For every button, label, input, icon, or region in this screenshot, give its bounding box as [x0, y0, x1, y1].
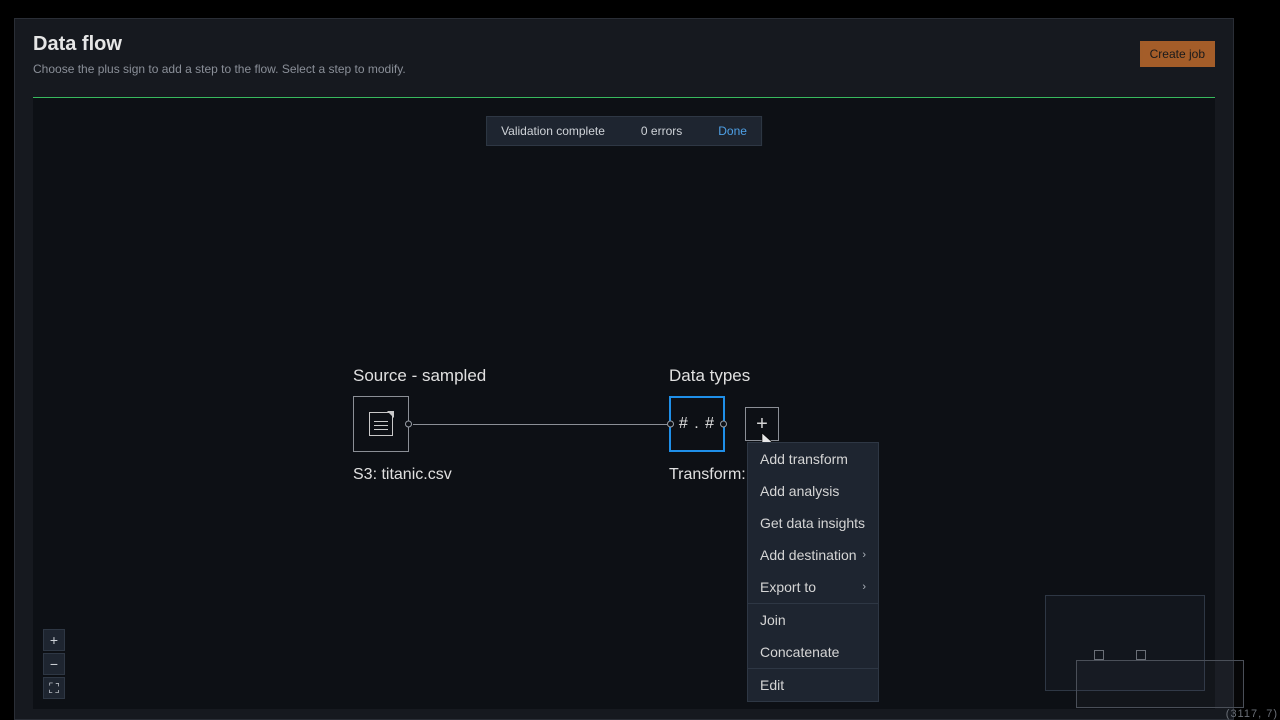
zoom-controls: + − ⛶: [43, 629, 65, 699]
types-node[interactable]: # . #: [669, 396, 725, 452]
zoom-out-button[interactable]: −: [43, 653, 65, 675]
coords-readout: (3117, 7): [1226, 708, 1278, 720]
minimap[interactable]: [1045, 595, 1205, 691]
page-subtitle: Choose the plus sign to add a step to th…: [33, 62, 1215, 76]
source-output-port[interactable]: [405, 421, 412, 428]
minimap-viewport[interactable]: [1076, 660, 1244, 708]
menu-export-to[interactable]: Export to ›: [748, 571, 878, 604]
header: Data flow Choose the plus sign to add a …: [15, 19, 1233, 84]
minimap-node: [1136, 650, 1146, 660]
menu-add-destination[interactable]: Add destination ›: [748, 539, 878, 571]
menu-concatenate[interactable]: Concatenate: [748, 636, 878, 669]
chevron-right-icon: ›: [862, 549, 866, 561]
types-output-port[interactable]: [720, 421, 727, 428]
menu-edit[interactable]: Edit: [748, 669, 878, 701]
page-title: Data flow: [33, 33, 1215, 56]
zoom-fit-button[interactable]: ⛶: [43, 677, 65, 699]
app-panel: Data flow Choose the plus sign to add a …: [14, 18, 1234, 720]
edge-source-to-types: [413, 424, 667, 425]
file-icon: [369, 412, 393, 436]
zoom-in-button[interactable]: +: [43, 629, 65, 651]
types-input-port[interactable]: [667, 421, 674, 428]
create-job-button[interactable]: Create job: [1140, 41, 1215, 67]
source-node-label: S3: titanic.csv: [353, 466, 452, 484]
menu-add-transform[interactable]: Add transform: [748, 443, 878, 475]
add-step-button[interactable]: +: [745, 407, 779, 441]
minimap-node: [1094, 650, 1104, 660]
hash-icon: # . #: [679, 415, 715, 433]
add-step-context-menu: Add transform Add analysis Get data insi…: [747, 442, 879, 702]
types-node-label: Transform:: [669, 466, 746, 484]
menu-join[interactable]: Join: [748, 604, 878, 636]
flow-canvas[interactable]: Validation complete 0 errors Done Source…: [33, 97, 1215, 709]
menu-get-data-insights[interactable]: Get data insights: [748, 507, 878, 539]
source-section-title: Source - sampled: [353, 366, 486, 386]
chevron-right-icon: ›: [862, 581, 866, 593]
menu-export-to-label: Export to: [760, 579, 816, 595]
menu-add-destination-label: Add destination: [760, 547, 857, 563]
types-section-title: Data types: [669, 366, 750, 386]
source-node[interactable]: [353, 396, 409, 452]
menu-add-analysis[interactable]: Add analysis: [748, 475, 878, 507]
node-area: Source - sampled S3: titanic.csv Data ty…: [33, 98, 1215, 709]
